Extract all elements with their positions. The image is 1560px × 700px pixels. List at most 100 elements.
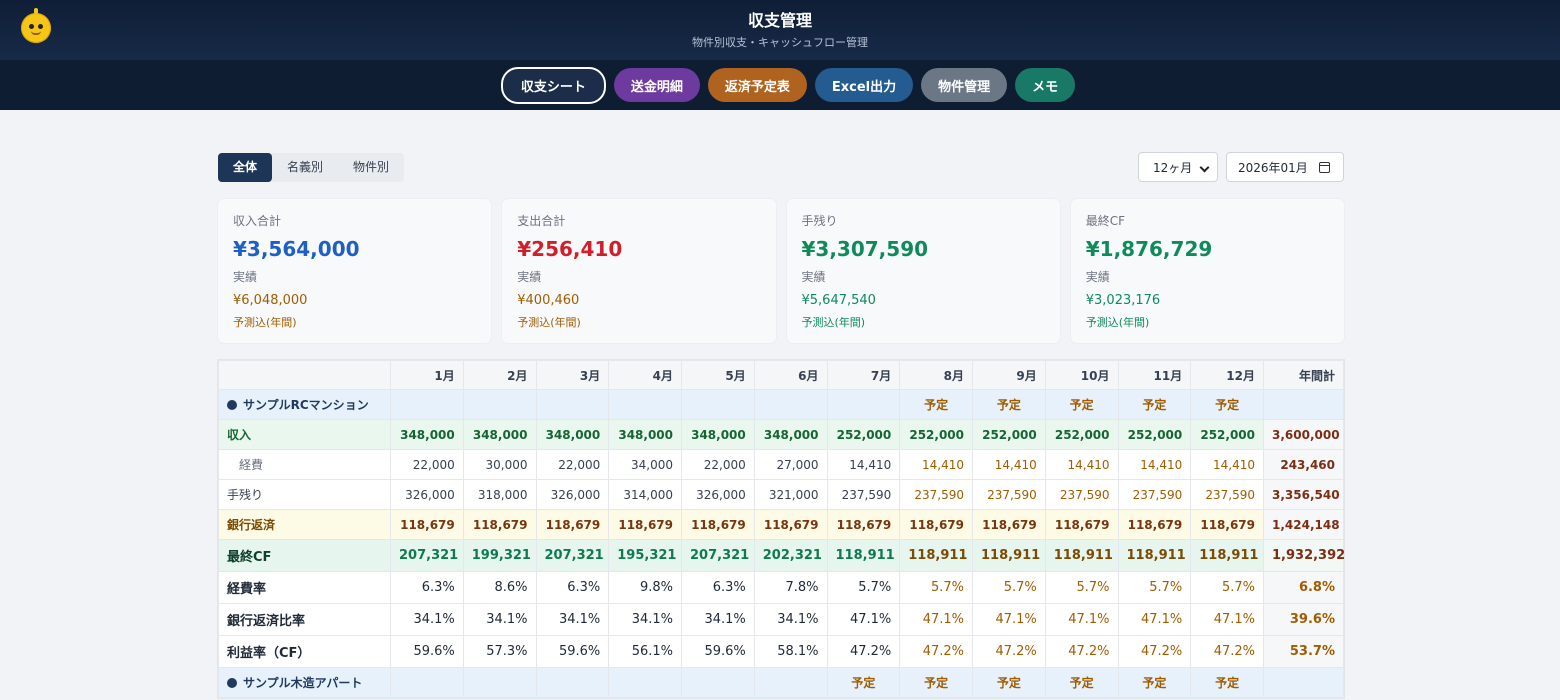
- property-header-row[interactable]: サンプル木造アパート 予定 予定 予定 予定 予定 予定: [218, 667, 1344, 698]
- value-cell[interactable]: 237,590: [899, 479, 973, 510]
- value-cell[interactable]: 118,679: [972, 509, 1046, 540]
- value-cell[interactable]: 58.1%: [753, 635, 828, 668]
- value-cell[interactable]: 348,000: [753, 419, 828, 450]
- nav-memo-button[interactable]: メモ: [1015, 68, 1076, 102]
- value-cell[interactable]: 118,679: [608, 509, 682, 540]
- value-cell[interactable]: 34.1%: [753, 603, 828, 636]
- value-cell[interactable]: 318,000: [462, 479, 537, 510]
- value-cell[interactable]: 252,000: [1190, 419, 1264, 450]
- value-cell[interactable]: 252,000: [899, 419, 973, 450]
- period-select[interactable]: 12ヶ月: [1138, 152, 1218, 182]
- value-cell[interactable]: 195,321: [608, 539, 682, 572]
- property-name-cell[interactable]: サンプル木造アパート: [218, 667, 391, 698]
- value-cell[interactable]: 22,000: [535, 449, 610, 480]
- start-month-input[interactable]: 2026年01月: [1226, 152, 1344, 182]
- value-cell[interactable]: 14,410: [899, 449, 973, 480]
- app-logo-icon[interactable]: [21, 8, 51, 43]
- value-cell[interactable]: 5.7%: [1044, 571, 1119, 604]
- value-cell[interactable]: 118,911: [1190, 539, 1264, 572]
- value-cell[interactable]: 14,410: [1044, 449, 1119, 480]
- value-cell[interactable]: 59.6%: [681, 635, 755, 668]
- value-cell[interactable]: 348,000: [535, 419, 610, 450]
- value-cell[interactable]: 348,000: [390, 419, 464, 450]
- value-cell[interactable]: 118,679: [1117, 509, 1192, 540]
- value-cell[interactable]: 348,000: [608, 419, 682, 450]
- value-cell[interactable]: 34.1%: [608, 603, 682, 636]
- value-cell[interactable]: 5.7%: [972, 571, 1046, 604]
- value-cell[interactable]: 237,590: [972, 479, 1046, 510]
- value-cell[interactable]: 59.6%: [535, 635, 610, 668]
- value-cell[interactable]: 199,321: [462, 539, 537, 572]
- value-cell[interactable]: 6.3%: [390, 571, 464, 604]
- segment-all[interactable]: 全体: [218, 152, 273, 182]
- nav-excel-export-button[interactable]: Excel出力: [814, 68, 914, 102]
- value-cell[interactable]: 326,000: [535, 479, 610, 510]
- value-cell[interactable]: 118,911: [972, 539, 1046, 572]
- property-name-cell[interactable]: サンプルRCマンション: [218, 389, 391, 420]
- value-cell[interactable]: 321,000: [753, 479, 828, 510]
- value-cell[interactable]: 207,321: [390, 539, 464, 572]
- value-cell[interactable]: 118,679: [826, 509, 901, 540]
- value-cell[interactable]: 47.1%: [899, 603, 973, 636]
- value-cell[interactable]: 22,000: [681, 449, 755, 480]
- value-cell[interactable]: 348,000: [681, 419, 755, 450]
- value-cell[interactable]: 207,321: [681, 539, 755, 572]
- segment-by-owner[interactable]: 名義別: [272, 153, 338, 182]
- value-cell[interactable]: 59.6%: [390, 635, 464, 668]
- value-cell[interactable]: 202,321: [753, 539, 828, 572]
- value-cell[interactable]: 34,000: [608, 449, 682, 480]
- value-cell[interactable]: 57.3%: [462, 635, 537, 668]
- value-cell[interactable]: 118,679: [899, 509, 973, 540]
- value-cell[interactable]: 237,590: [1190, 479, 1264, 510]
- value-cell[interactable]: 5.7%: [826, 571, 901, 604]
- value-cell[interactable]: 5.7%: [1117, 571, 1192, 604]
- value-cell[interactable]: 7.8%: [753, 571, 828, 604]
- value-cell[interactable]: 6.3%: [535, 571, 610, 604]
- value-cell[interactable]: 326,000: [390, 479, 464, 510]
- nav-income-sheet-button[interactable]: 収支シート: [500, 66, 606, 104]
- value-cell[interactable]: 34.1%: [535, 603, 610, 636]
- value-cell[interactable]: 237,590: [826, 479, 901, 510]
- value-cell[interactable]: 118,679: [1190, 509, 1264, 540]
- calendar-icon[interactable]: [1319, 162, 1330, 173]
- value-cell[interactable]: 47.1%: [972, 603, 1046, 636]
- value-cell[interactable]: 47.2%: [1044, 635, 1119, 668]
- value-cell[interactable]: 34.1%: [390, 603, 464, 636]
- value-cell[interactable]: 30,000: [462, 449, 537, 480]
- value-cell[interactable]: 34.1%: [681, 603, 755, 636]
- value-cell[interactable]: 252,000: [826, 419, 901, 450]
- value-cell[interactable]: 252,000: [972, 419, 1046, 450]
- value-cell[interactable]: 5.7%: [899, 571, 973, 604]
- value-cell[interactable]: 47.1%: [1190, 603, 1264, 636]
- value-cell[interactable]: 9.8%: [608, 571, 682, 604]
- value-cell[interactable]: 47.2%: [1190, 635, 1264, 668]
- value-cell[interactable]: 47.2%: [899, 635, 973, 668]
- value-cell[interactable]: 252,000: [1117, 419, 1192, 450]
- value-cell[interactable]: 8.6%: [462, 571, 537, 604]
- value-cell[interactable]: 47.2%: [826, 635, 901, 668]
- value-cell[interactable]: 326,000: [681, 479, 755, 510]
- value-cell[interactable]: 14,410: [826, 449, 901, 480]
- value-cell[interactable]: 348,000: [462, 419, 537, 450]
- value-cell[interactable]: 14,410: [1190, 449, 1264, 480]
- value-cell[interactable]: 6.3%: [681, 571, 755, 604]
- value-cell[interactable]: 14,410: [972, 449, 1046, 480]
- value-cell[interactable]: 314,000: [608, 479, 682, 510]
- value-cell[interactable]: 47.1%: [1044, 603, 1119, 636]
- value-cell[interactable]: 118,679: [681, 509, 755, 540]
- value-cell[interactable]: 237,590: [1044, 479, 1119, 510]
- value-cell[interactable]: 47.1%: [1117, 603, 1192, 636]
- value-cell[interactable]: 47.2%: [972, 635, 1046, 668]
- value-cell[interactable]: 118,911: [826, 539, 901, 572]
- value-cell[interactable]: 252,000: [1044, 419, 1119, 450]
- value-cell[interactable]: 5.7%: [1190, 571, 1264, 604]
- value-cell[interactable]: 118,911: [1044, 539, 1119, 572]
- value-cell[interactable]: 56.1%: [608, 635, 682, 668]
- value-cell[interactable]: 207,321: [535, 539, 610, 572]
- property-header-row[interactable]: サンプルRCマンション 予定 予定 予定 予定 予定: [218, 389, 1344, 420]
- value-cell[interactable]: 237,590: [1117, 479, 1192, 510]
- nav-property-management-button[interactable]: 物件管理: [921, 68, 1008, 102]
- value-cell[interactable]: 34.1%: [462, 603, 537, 636]
- value-cell[interactable]: 118,679: [390, 509, 464, 540]
- value-cell[interactable]: 118,679: [753, 509, 828, 540]
